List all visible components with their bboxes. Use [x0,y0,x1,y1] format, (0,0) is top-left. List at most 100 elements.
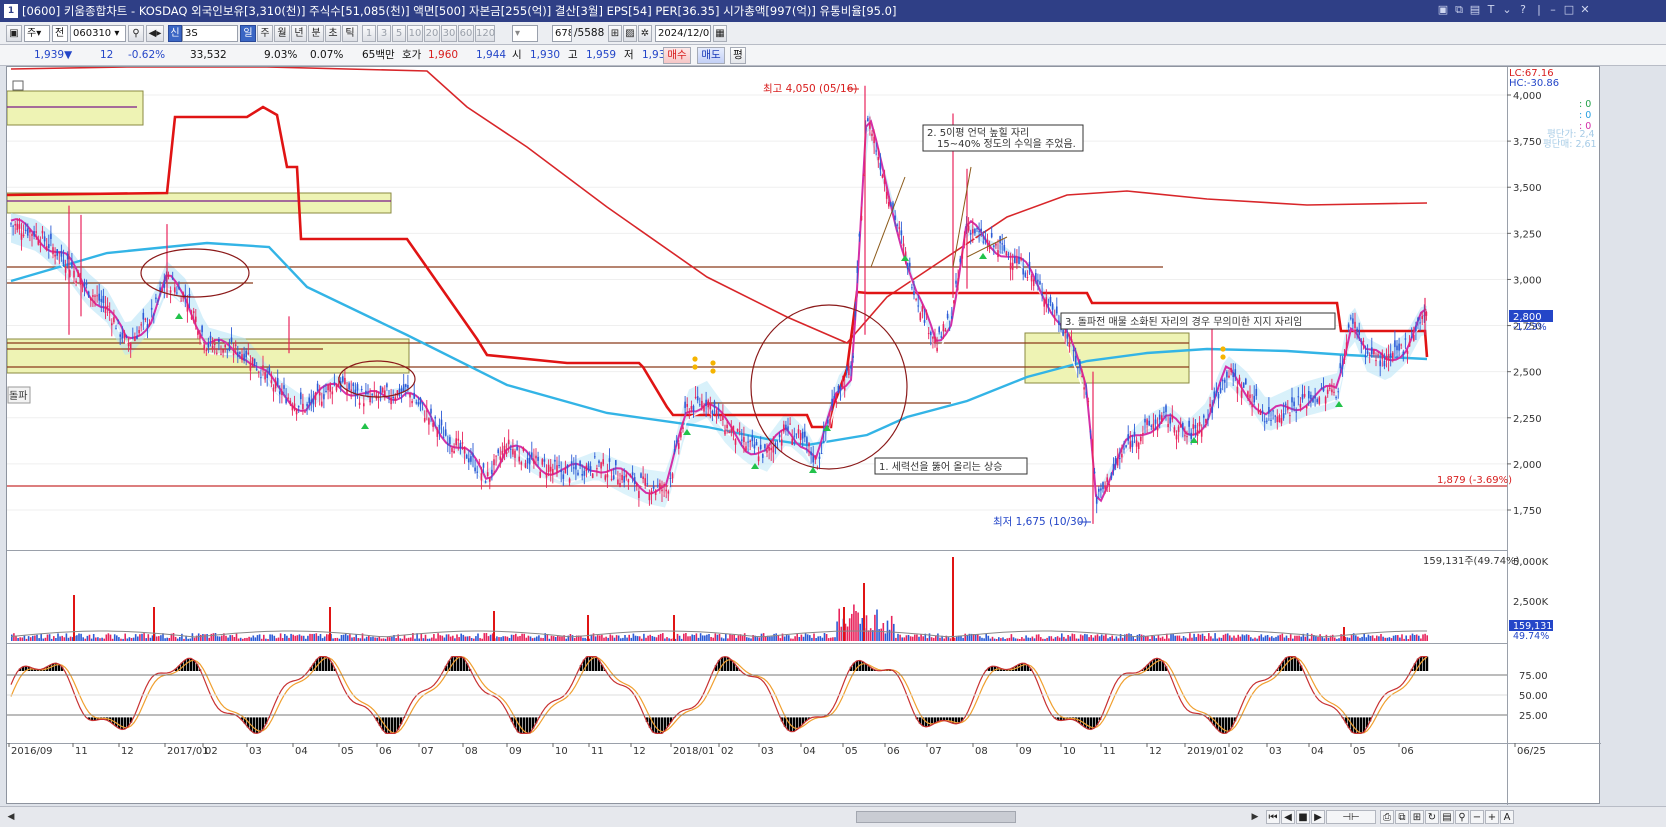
candle-body [873,136,875,144]
layout-icon[interactable]: ▣ [1436,3,1450,17]
reset-icon[interactable]: ↻ [1425,810,1439,824]
volume-bar [771,636,773,641]
search-icon[interactable]: ⚲ [128,25,144,42]
grid-toggle-icon[interactable] [12,80,24,91]
buy-button[interactable]: 매수 [663,47,691,64]
next-icon[interactable]: ▶ [1311,810,1325,824]
candle-body [1179,424,1182,427]
tile-icon[interactable]: ▤ [1468,3,1482,17]
market-select[interactable]: 전 [52,25,68,42]
print-icon[interactable]: ⎙ [1380,810,1394,824]
volume-bar [977,634,979,641]
range-slider[interactable]: ⊣⊢ [1326,810,1376,824]
zoom-icon[interactable]: ⚲ [1455,810,1469,824]
period-day[interactable]: 일 [240,25,256,42]
volume-bar [1336,638,1338,641]
volume-bar [317,635,320,641]
volume-bar [536,636,538,641]
price-chart[interactable]: 최고 4,050 (05/16) 최저 1,675 (10/30) 1. 세력선을 … [6,66,1601,805]
volume-bar [13,633,15,641]
first-page-icon[interactable]: ⏮ [1266,810,1280,824]
save-icon[interactable]: ▨ [623,25,637,42]
candle-body [444,429,447,436]
candle-body [955,280,957,284]
scroll-left-icon[interactable]: ◀ [4,810,18,824]
volume-bar [704,635,706,641]
candle-body [132,337,134,339]
candle-body [608,458,611,462]
period-month[interactable]: 월 [274,25,290,42]
candle-body [982,241,985,243]
stop-icon[interactable]: ■ [1296,810,1310,824]
count-input[interactable]: 678 [552,25,572,42]
prev-icon[interactable]: ◀ [1281,810,1295,824]
volume-bar [603,637,605,641]
candle-body [709,402,712,410]
type-select[interactable]: 주▾ [24,25,50,42]
tile-chart-icon[interactable]: ▤ [1440,810,1454,824]
code-input[interactable]: 060310 ▾ [70,25,126,42]
copy-icon[interactable]: ⧉ [1452,3,1466,17]
candle-body [197,331,199,335]
horizontal-scrollbar[interactable]: ◀ ▶ ⏮ ◀ ■ ▶ ⊣⊢ ⎙ ⧉ ⊞ ↻ ▤ ⚲ − + A [0,806,1666,827]
scroll-right-icon[interactable]: ▶ [1248,810,1262,824]
eval-button[interactable]: 평 [730,47,746,64]
interval-20[interactable]: 20 [424,25,440,42]
volume-bar [164,638,166,641]
gear-icon[interactable]: ✲ [638,25,652,42]
split-icon[interactable]: ⊞ [1410,810,1424,824]
pin-icon[interactable]: | [1532,3,1546,17]
period-year[interactable]: 년 [291,25,307,42]
interval-30[interactable]: 30 [441,25,457,42]
volume-bar [1418,635,1420,641]
font-icon[interactable]: A [1500,810,1514,824]
new-badge[interactable]: 신 [168,25,182,42]
candle-body [617,479,619,485]
candle-body [365,390,367,395]
period-minute[interactable]: 분 [308,25,324,42]
minimize-icon[interactable]: – [1546,3,1560,17]
maximize-icon[interactable]: □ [1562,3,1576,17]
scroll-thumb[interactable] [856,811,1016,823]
candle-body [1297,396,1300,398]
volume-bar [1271,636,1273,641]
settings-icon[interactable]: ⌄ [1500,3,1514,17]
interval-10[interactable]: 10 [407,25,423,42]
period-week[interactable]: 주 [257,25,273,42]
interval-3[interactable]: 3 [377,25,391,42]
volume-bar [523,633,525,641]
candle-body [1043,299,1045,307]
sell-button[interactable]: 매도 [697,47,725,64]
volume-bar [435,638,437,641]
zoom-in-icon[interactable]: + [1485,810,1499,824]
custom-interval[interactable]: ▾ [512,25,538,42]
interval-5[interactable]: 5 [392,25,406,42]
volume-bar [225,635,227,641]
candle-body [1301,394,1304,400]
help-icon[interactable]: ? [1516,3,1530,17]
candle-body [1385,356,1388,360]
period-tick[interactable]: 틱 [342,25,358,42]
candle-body [1291,397,1293,403]
text-icon[interactable]: T [1484,3,1498,17]
candle-body [669,478,672,479]
chart-area[interactable]: 최고 4,050 (05/16) 최저 1,675 (10/30) 1. 세력선을 … [6,66,1601,805]
lock-icon[interactable]: ⊞ [608,25,622,42]
calendar-icon[interactable]: ▦ [713,25,727,42]
interval-120[interactable]: 120 [475,25,495,42]
volume-bar [529,636,532,641]
candle-body [927,333,930,335]
close-icon[interactable]: ✕ [1578,3,1592,17]
interval-1[interactable]: 1 [362,25,376,42]
candle-body [917,305,919,307]
resistance-box [6,90,144,126]
interval-60[interactable]: 60 [458,25,474,42]
zoom-out-icon[interactable]: − [1470,810,1484,824]
period-second[interactable]: 초 [325,25,341,42]
copy-chart-icon[interactable]: ⧉ [1395,810,1409,824]
chart-menu-icon[interactable]: ▣ [6,25,22,42]
volume-bar [428,638,431,641]
date-input[interactable]: 2024/12/03 [655,25,711,42]
volume-bar [313,633,315,641]
speaker-icon[interactable]: ◀▸ [146,25,164,42]
